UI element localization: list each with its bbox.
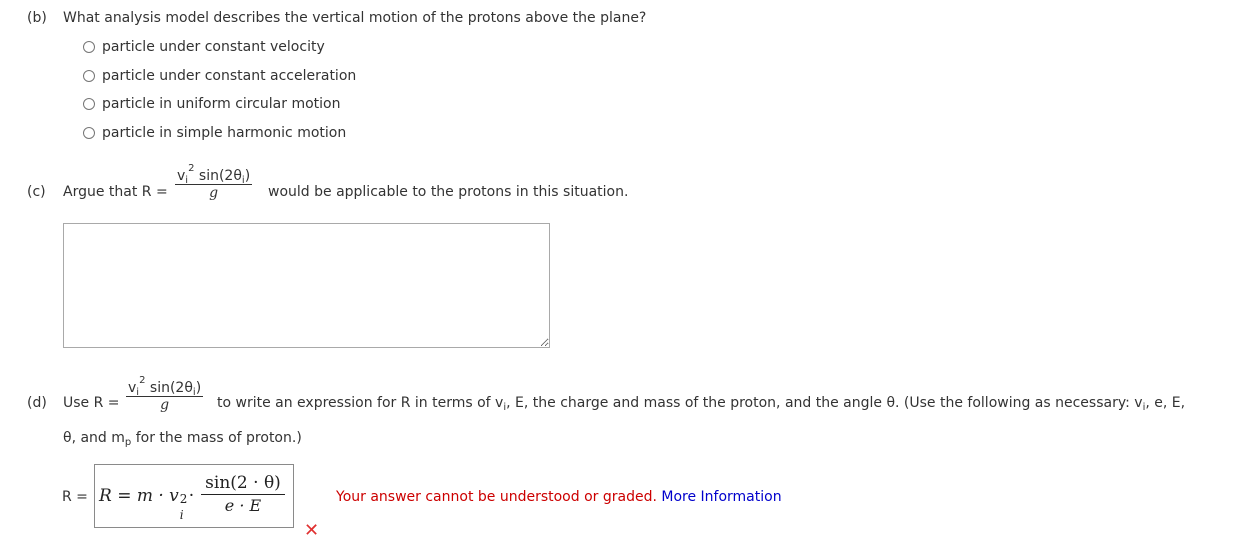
radio-button[interactable] <box>83 70 95 82</box>
fraction-numerator: vi2 sin(2θi) <box>177 163 251 186</box>
error-text: Your answer cannot be understood or grad… <box>336 489 657 505</box>
part-c-suffix: would be applicable to the protons in th… <box>268 184 629 200</box>
option-uniform-circular-motion[interactable]: particle in uniform circular motion <box>83 94 341 114</box>
part-c-textarea[interactable] <box>63 223 550 348</box>
answer-input[interactable]: R = m · v 2 i · sin(2 · θ) e · E <box>94 464 294 528</box>
part-b-label: (b) <box>27 10 47 26</box>
option-constant-velocity[interactable]: particle under constant velocity <box>83 37 325 57</box>
fraction-numerator: vi2 sin(2θi) <box>128 375 202 398</box>
answer-lhs: R = m · v 2 i · <box>99 486 195 522</box>
radio-button[interactable] <box>83 98 95 110</box>
fraction-denominator: g <box>209 185 219 201</box>
option-label: particle under constant acceleration <box>102 68 357 84</box>
option-simple-harmonic-motion[interactable]: particle in simple harmonic motion <box>83 123 346 143</box>
radio-button[interactable] <box>83 127 95 139</box>
answer-numerator: sin(2 · θ) <box>205 473 281 493</box>
part-d-instructions-line2: θ, and mp for the mass of proton.) <box>63 430 302 448</box>
more-information-link[interactable]: More Information <box>661 489 781 505</box>
option-label: particle in uniform circular motion <box>102 96 341 112</box>
part-d-instructions: to write an expression for R in terms of… <box>217 395 1186 413</box>
option-constant-acceleration[interactable]: particle under constant acceleration <box>83 66 356 86</box>
answer-label: R = <box>62 489 88 505</box>
part-c-label: (c) <box>27 184 46 200</box>
incorrect-icon: ✕ <box>304 520 320 541</box>
error-message: Your answer cannot be understood or grad… <box>336 489 782 505</box>
fraction-denominator: g <box>160 397 170 413</box>
answer-denominator: e · E <box>224 496 262 515</box>
radio-button[interactable] <box>83 41 95 53</box>
option-label: particle under constant velocity <box>102 39 325 55</box>
part-d-use: Use R = <box>63 395 120 411</box>
part-b-question: What analysis model describes the vertic… <box>63 10 647 26</box>
option-label: particle in simple harmonic motion <box>102 125 347 141</box>
answer-fraction: sin(2 · θ) e · E <box>201 473 285 515</box>
part-d-fraction: vi2 sin(2θi) g <box>126 375 204 413</box>
part-c-fraction: vi2 sin(2θi) g <box>175 163 253 201</box>
part-c-prefix: Argue that R = <box>63 184 168 200</box>
part-d-label: (d) <box>27 395 47 411</box>
answer-fraction-bar <box>201 494 285 495</box>
